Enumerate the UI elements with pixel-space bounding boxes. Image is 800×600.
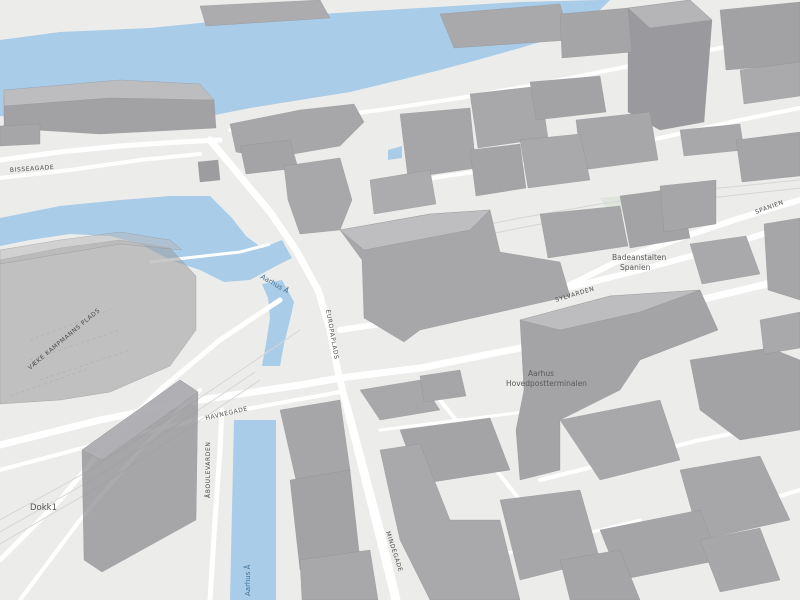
block-c [197,159,221,183]
block-east-2 [763,217,800,301]
small-block-left [0,123,41,147]
north-block-4 [719,1,800,71]
label-dokk1: Dokk1 [30,503,57,513]
center-block-3 [529,75,607,121]
label-badeanstalten-1: Badeanstalten [612,253,667,262]
label-hovedpost-1: Aarhus [528,369,554,378]
river-aa-lower [230,420,276,600]
map-canvas[interactable]: HAVNEGADE MINDEGADE EUROPAPLADS SYLVARDE… [0,0,800,600]
label-hovedpost-2: Hovedpostterminalen [506,379,587,388]
label-aboulevarden: ÅBOULEVARDEN [205,442,212,498]
center-block-4 [575,111,659,171]
block-havnegade-2 [419,369,467,403]
label-badeanstalten-2: Spanien [620,263,651,272]
center-block-8 [735,131,800,183]
north-block-2 [559,7,633,59]
block-spanien-3 [659,179,717,233]
center-block-5 [519,133,591,189]
label-aarhus-aa-lower: Aarhus Å [243,564,252,596]
center-block-7 [679,123,745,157]
map-view[interactable]: HAVNEGADE MINDEGADE EUROPAPLADS SYLVARDE… [0,0,800,600]
center-block-6 [469,143,527,197]
center-block-1 [399,107,477,179]
